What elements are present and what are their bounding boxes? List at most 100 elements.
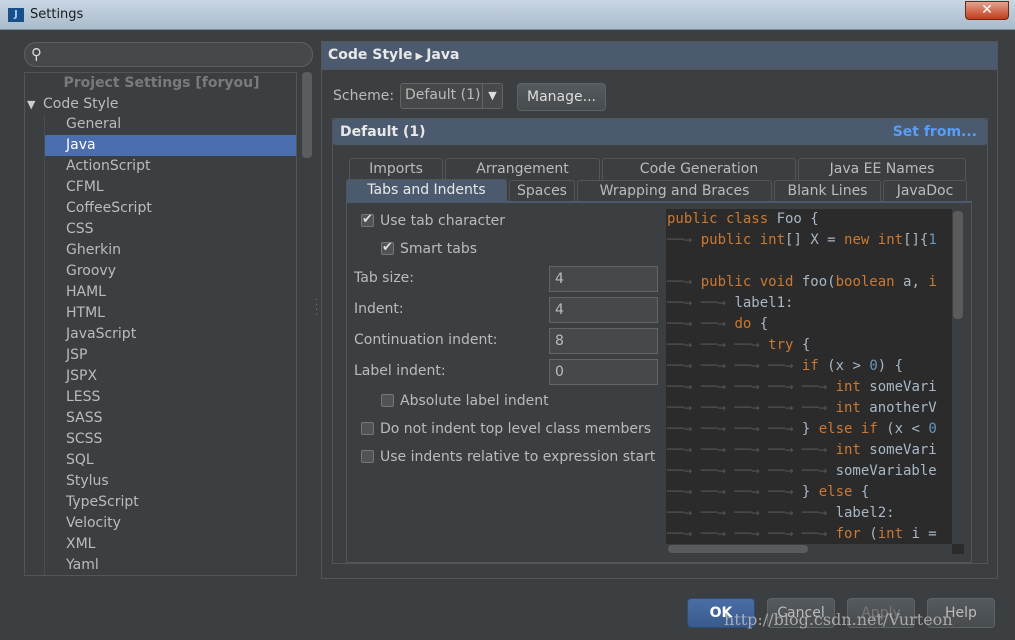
relative-indents-label: Use indents relative to expression start bbox=[380, 449, 656, 465]
code-token: foo( bbox=[801, 274, 836, 290]
tree-item-code-style[interactable]: ▼ Code Style bbox=[27, 94, 118, 114]
scheme-panel-title: Default (1) bbox=[340, 124, 426, 140]
code-line: ──→ ──→ ──→ ──→ ──→ for (int i = bbox=[666, 524, 964, 545]
tab-size-input[interactable]: 4 bbox=[549, 266, 658, 292]
preview-vertical-scrollbar-thumb[interactable] bbox=[953, 211, 963, 319]
code-token: someVari bbox=[869, 442, 937, 458]
set-from-link[interactable]: Set from... bbox=[893, 119, 977, 145]
code-token: else bbox=[818, 484, 861, 500]
tree-item-sql[interactable]: SQL bbox=[45, 450, 296, 471]
tab-code-generation[interactable]: Code Generation bbox=[602, 158, 796, 180]
tree-item-stylus[interactable]: Stylus bbox=[45, 471, 296, 492]
tree-item-xml[interactable]: XML bbox=[45, 534, 296, 555]
tab-indicator-icon: ──→ ──→ ──→ ──→ bbox=[667, 421, 802, 437]
relative-indents-checkbox[interactable] bbox=[361, 450, 374, 463]
indent-input[interactable]: 4 bbox=[549, 297, 658, 323]
tab-tabs-and-indents[interactable]: Tabs and Indents bbox=[346, 179, 507, 201]
tree-item-html[interactable]: HTML bbox=[45, 303, 296, 324]
intellij-app-icon: J bbox=[8, 8, 24, 22]
preview-vertical-scrollbar[interactable] bbox=[952, 209, 964, 544]
code-token: if bbox=[801, 358, 828, 374]
tab-spaces[interactable]: Spaces bbox=[509, 180, 575, 202]
tree-item-css[interactable]: CSS bbox=[45, 219, 296, 240]
tree-item-cfml[interactable]: CFML bbox=[45, 177, 296, 198]
tree-item-actionscript[interactable]: ActionScript bbox=[45, 156, 296, 177]
code-line: public class Foo { bbox=[666, 209, 964, 230]
label-indent-label: Label indent: bbox=[354, 363, 446, 379]
code-token: i = bbox=[911, 526, 937, 542]
tree-item-jspx[interactable]: JSPX bbox=[45, 366, 296, 387]
tree-item-general[interactable]: General bbox=[45, 114, 296, 135]
preview-horizontal-scrollbar-thumb[interactable] bbox=[668, 545, 808, 553]
preview-horizontal-scrollbar[interactable] bbox=[666, 544, 952, 554]
code-token: int bbox=[835, 442, 870, 458]
tree-header-project-settings: Project Settings [foryou] bbox=[63, 75, 260, 91]
tab-arrangement[interactable]: Arrangement bbox=[445, 158, 600, 180]
watermark: http://blog.csdn.net/Vurteon bbox=[724, 610, 953, 629]
absolute-label-indent-checkbox[interactable] bbox=[381, 394, 394, 407]
tab-wrapping-and-braces[interactable]: Wrapping and Braces bbox=[577, 180, 772, 202]
smart-tabs-checkbox[interactable] bbox=[381, 240, 394, 255]
code-line: ──→ ──→ ──→ try { bbox=[666, 335, 964, 356]
code-token: i bbox=[928, 274, 937, 290]
tree-item-coffeescript[interactable]: CoffeeScript bbox=[45, 198, 296, 219]
code-line: ──→ ──→ ──→ ──→ } else { bbox=[666, 482, 964, 503]
tree-item-sass[interactable]: SASS bbox=[45, 408, 296, 429]
tree-item-label: Code Style bbox=[43, 96, 119, 112]
tree-item-less[interactable]: LESS bbox=[45, 387, 296, 408]
tree-item-gherkin[interactable]: Gherkin bbox=[45, 240, 296, 261]
code-token: []{ bbox=[903, 232, 929, 248]
use-tab-character-label: Use tab character bbox=[380, 213, 506, 229]
code-token: int bbox=[835, 400, 870, 416]
code-token: { bbox=[759, 316, 769, 332]
tree-item-velocity[interactable]: Velocity bbox=[45, 513, 296, 534]
tree-item-typescript[interactable]: TypeScript bbox=[45, 492, 296, 513]
tree-scrollbar[interactable] bbox=[301, 72, 313, 576]
tree-item-yaml[interactable]: Yaml bbox=[45, 555, 296, 575]
settings-search-input[interactable]: ⚲ bbox=[24, 42, 313, 67]
tree-scrollbar-thumb[interactable] bbox=[302, 72, 312, 158]
search-icon: ⚲ bbox=[31, 45, 42, 63]
tab-blank-lines[interactable]: Blank Lines bbox=[774, 180, 881, 202]
code-token: } bbox=[801, 421, 819, 437]
code-token: public class bbox=[667, 211, 777, 227]
manage-button[interactable]: Manage... bbox=[517, 83, 606, 111]
expand-arrow-icon[interactable]: ▼ bbox=[27, 95, 43, 115]
code-line: ──→ ──→ ──→ ──→ } else if (x < 0 bbox=[666, 419, 964, 440]
tab-indicator-icon: ──→ ──→ ──→ ──→ ──→ bbox=[667, 526, 836, 542]
no-indent-top-level-checkbox[interactable] bbox=[361, 422, 374, 435]
code-token: public void bbox=[700, 274, 802, 290]
label-indent-input[interactable]: 0 bbox=[549, 359, 658, 385]
breadcrumb-current: Java bbox=[426, 47, 460, 63]
code-line: ──→ public void foo(boolean a, i bbox=[666, 272, 964, 293]
splitter-handle[interactable]: · · · · bbox=[315, 296, 318, 321]
tree-item-scss[interactable]: SCSS bbox=[45, 429, 296, 450]
close-button[interactable]: ✕ bbox=[965, 1, 1009, 20]
tree-item-javascript[interactable]: JavaScript bbox=[45, 324, 296, 345]
tree-item-java[interactable]: Java bbox=[45, 135, 296, 156]
code-token: label1: bbox=[734, 295, 794, 311]
use-tab-character-checkbox[interactable] bbox=[361, 212, 374, 227]
scheme-select[interactable]: Default (1) ▼ bbox=[400, 83, 503, 109]
code-token: new bbox=[844, 232, 878, 248]
scheme-value: Default (1) bbox=[405, 87, 481, 103]
scheme-panel-header: Default (1) Set from... bbox=[333, 119, 987, 145]
tree-item-haml[interactable]: HAML bbox=[45, 282, 296, 303]
code-token: public bbox=[700, 232, 760, 248]
tab-imports[interactable]: Imports bbox=[349, 158, 443, 180]
tree-item-groovy[interactable]: Groovy bbox=[45, 261, 296, 282]
tab-indicator-icon: ──→ ──→ ──→ ──→ ──→ bbox=[667, 400, 836, 416]
tab-indicator-icon: ──→ ──→ ──→ ──→ ──→ bbox=[667, 463, 836, 479]
code-token: do bbox=[734, 316, 760, 332]
code-token: try bbox=[768, 337, 802, 353]
dropdown-arrow-icon[interactable]: ▼ bbox=[482, 84, 502, 108]
tab-javadoc[interactable]: JavaDoc bbox=[883, 180, 967, 202]
tab-java-ee-names[interactable]: Java EE Names bbox=[798, 158, 966, 180]
continuation-indent-input[interactable]: 8 bbox=[549, 328, 658, 354]
code-preview[interactable]: public class Foo {──→ public int[] X = n… bbox=[666, 209, 964, 554]
code-token: (x < bbox=[886, 421, 929, 437]
tree-item-jsp[interactable]: JSP bbox=[45, 345, 296, 366]
scheme-label: Scheme: bbox=[333, 88, 395, 104]
code-token: else if bbox=[818, 421, 887, 437]
